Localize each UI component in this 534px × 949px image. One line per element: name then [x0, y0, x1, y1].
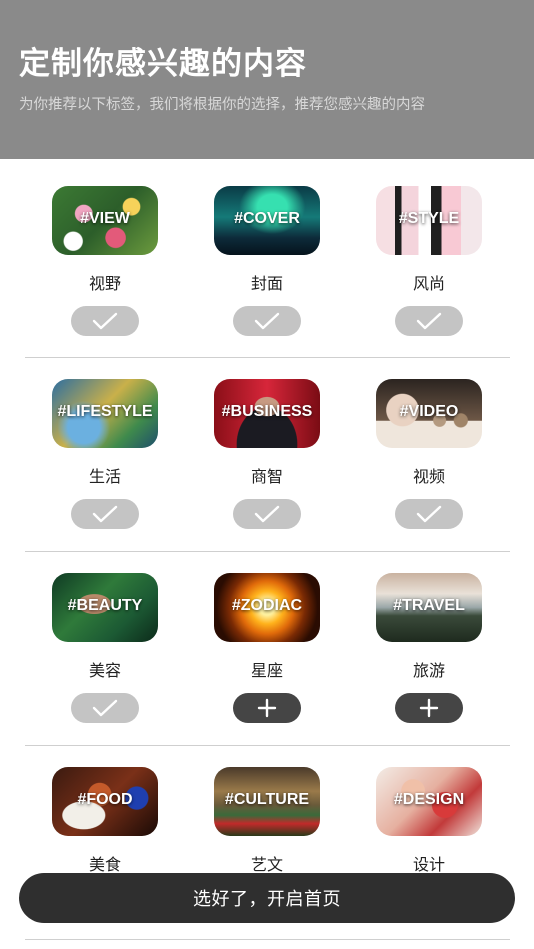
topic-tag: #BEAUTY: [67, 597, 143, 614]
page-title: 定制你感兴趣的内容: [19, 46, 307, 82]
topic-tag: #FOOD: [77, 791, 133, 808]
check-icon: [416, 312, 442, 330]
topic-card-view[interactable]: #VIEW 视野: [25, 159, 185, 353]
confirm-button[interactable]: 选好了，开启首页: [19, 873, 515, 923]
select-toggle[interactable]: [395, 306, 463, 336]
topic-image: #DESIGN: [376, 767, 482, 836]
topic-name: 风尚: [412, 274, 445, 293]
select-toggle[interactable]: [233, 499, 301, 529]
topic-row: #VIEW 视野 #COVER 封面 #STYLE 风尚: [0, 159, 534, 353]
topic-name: 旅游: [412, 661, 445, 680]
topic-name: 封面: [250, 274, 283, 293]
topic-image: #COVER: [214, 186, 320, 255]
check-icon: [254, 505, 280, 523]
topic-name: 美食: [88, 855, 121, 874]
topic-image: #VIDEO: [376, 379, 482, 448]
topic-name: 星座: [250, 661, 283, 680]
select-toggle[interactable]: [71, 693, 139, 723]
select-toggle[interactable]: [71, 306, 139, 336]
add-toggle[interactable]: [395, 693, 463, 723]
topic-image: #TRAVEL: [376, 573, 482, 642]
topic-name: 商智: [250, 467, 283, 486]
topic-tag: #COVER: [234, 210, 300, 227]
topic-tag: #LIFESTYLE: [57, 403, 153, 420]
topic-tag: #DESIGN: [393, 791, 465, 808]
check-icon: [92, 505, 118, 523]
select-toggle[interactable]: [233, 306, 301, 336]
topic-name: 生活: [88, 467, 121, 486]
topic-card-zodiac[interactable]: #ZODIAC 星座: [187, 546, 347, 740]
plus-icon: [257, 698, 277, 718]
topic-card-video[interactable]: #VIDEO 视频: [349, 352, 509, 546]
topic-image: #CULTURE: [214, 767, 320, 836]
check-icon: [254, 312, 280, 330]
topic-tag: #CULTURE: [224, 791, 310, 808]
topic-tag: #ZODIAC: [231, 597, 303, 614]
page-subtitle: 为你推荐以下标签，我们将根据你的选择，推荐您感兴趣的内容: [19, 97, 425, 113]
topic-name: 美容: [88, 661, 121, 680]
topic-image: #STYLE: [376, 186, 482, 255]
topic-image: #BUSINESS: [214, 379, 320, 448]
add-toggle[interactable]: [233, 693, 301, 723]
topic-tag: #STYLE: [398, 210, 460, 227]
topic-card-travel[interactable]: #TRAVEL 旅游: [349, 546, 509, 740]
plus-icon: [419, 698, 439, 718]
topic-name: 艺文: [250, 855, 283, 874]
select-toggle[interactable]: [395, 499, 463, 529]
select-toggle[interactable]: [71, 499, 139, 529]
check-icon: [92, 312, 118, 330]
check-icon: [92, 699, 118, 717]
check-icon: [416, 505, 442, 523]
header: 定制你感兴趣的内容 为你推荐以下标签，我们将根据你的选择，推荐您感兴趣的内容: [0, 0, 534, 159]
topic-tag: #TRAVEL: [393, 597, 465, 614]
topic-image: #BEAUTY: [52, 573, 158, 642]
topic-image: #FOOD: [52, 767, 158, 836]
divider: [25, 939, 510, 940]
topic-tag: #VIDEO: [399, 403, 459, 420]
topic-image: #VIEW: [52, 186, 158, 255]
topic-image: #ZODIAC: [214, 573, 320, 642]
topic-image: #LIFESTYLE: [52, 379, 158, 448]
topic-tag: #VIEW: [80, 210, 130, 227]
topic-card-business[interactable]: #BUSINESS 商智: [187, 352, 347, 546]
topic-tag: #BUSINESS: [221, 403, 313, 420]
topic-name: 视频: [412, 467, 445, 486]
topic-card-cover[interactable]: #COVER 封面: [187, 159, 347, 353]
topic-picker-screen: 定制你感兴趣的内容 为你推荐以下标签，我们将根据你的选择，推荐您感兴趣的内容 #…: [0, 0, 534, 949]
topic-name: 视野: [88, 274, 121, 293]
topic-name: 设计: [412, 855, 445, 874]
topic-card-lifestyle[interactable]: #LIFESTYLE 生活: [25, 352, 185, 546]
topic-row: #LIFESTYLE 生活 #BUSINESS 商智 #VIDEO 视频: [0, 352, 534, 546]
topic-card-style[interactable]: #STYLE 风尚: [349, 159, 509, 353]
topic-card-beauty[interactable]: #BEAUTY 美容: [25, 546, 185, 740]
topic-row: #BEAUTY 美容 #ZODIAC 星座 #TRAVEL 旅游: [0, 546, 534, 740]
